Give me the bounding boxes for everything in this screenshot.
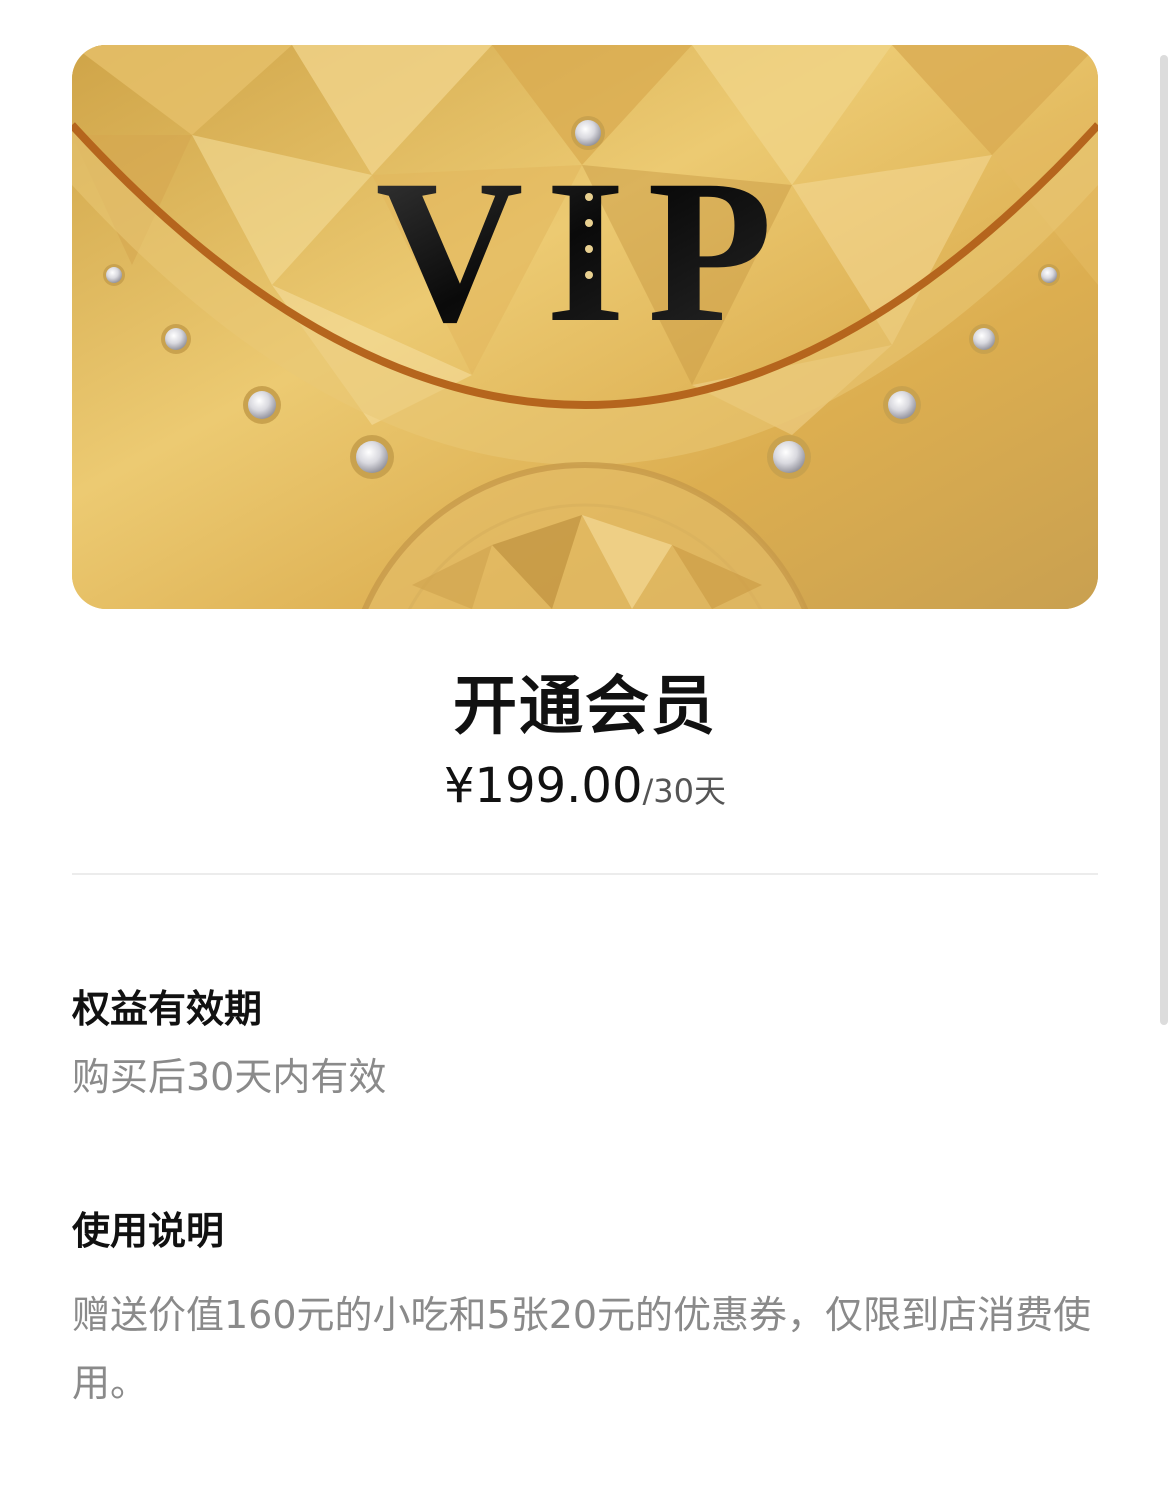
validity-text: 购买后30天内有效 bbox=[72, 1055, 387, 1099]
price-row: ¥199.00/30天 bbox=[0, 758, 1170, 814]
price-unit: /30天 bbox=[642, 772, 726, 810]
usage-title: 使用说明 bbox=[72, 1209, 225, 1253]
page-title: 开通会员 bbox=[453, 670, 717, 744]
vip-card-image: VIP bbox=[72, 45, 1098, 609]
validity-title: 权益有效期 bbox=[72, 987, 263, 1031]
vip-logo-text: VIP bbox=[375, 138, 794, 365]
price-amount: ¥199.00 bbox=[443, 758, 643, 814]
divider bbox=[72, 873, 1098, 875]
usage-text: 赠送价值160元的小吃和5张20元的优惠券，仅限到店消费使用。 bbox=[72, 1293, 1092, 1405]
vip-card-graphic: VIP bbox=[72, 45, 1098, 609]
scrollbar[interactable] bbox=[1160, 55, 1168, 1025]
